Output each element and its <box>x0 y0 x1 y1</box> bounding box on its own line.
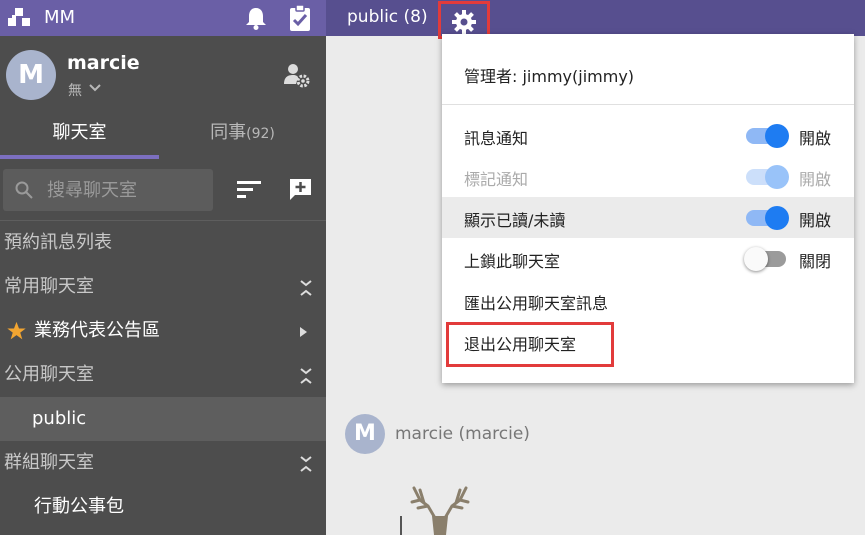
sidebar-item-group-room[interactable]: 行動公事包 <box>0 485 326 529</box>
search-icon <box>15 181 33 199</box>
sort-icon[interactable] <box>237 181 261 199</box>
collapse-icon[interactable] <box>299 367 313 385</box>
tab-colleagues[interactable]: 同事(92) <box>159 118 326 158</box>
menu-admin-info: 管理者: jimmy(jimmy) <box>464 67 635 86</box>
chevron-down-icon[interactable] <box>88 83 102 93</box>
sidebar-item-favorite-room[interactable]: 業務代表公告區 <box>0 309 326 353</box>
menu-item-message-notify[interactable]: 訊息通知 開啟 <box>442 115 854 156</box>
message-author-name[interactable]: marcie (marcie) <box>395 424 530 444</box>
toggle-state-label: 開啟 <box>799 129 832 148</box>
sidebar-item-public[interactable]: public <box>0 397 326 441</box>
bell-icon[interactable] <box>245 6 267 30</box>
menu-item-label: 顯示已讀/未讀 <box>464 211 566 230</box>
sidebar-item-label: public <box>32 408 87 429</box>
sidebar-item-label: 行動公事包 <box>34 496 124 517</box>
toggle-state-label: 開啟 <box>799 211 832 230</box>
user-avatar[interactable]: M <box>6 50 56 100</box>
sidebar-item-label: 預約訊息列表 <box>4 232 112 253</box>
show-read-toggle[interactable] <box>744 205 790 230</box>
menu-item-label: 匯出公用聊天室訊息 <box>464 294 609 313</box>
sidebar: MM M marcie 無 聊天室 同事(92) 搜尋聊天室 預約訊息列表 常用… <box>0 0 326 535</box>
app-logo-icon <box>8 8 30 26</box>
search-input[interactable] <box>47 177 207 203</box>
toggle-state-label: 開啟 <box>799 170 832 189</box>
arrow-right-icon <box>300 327 307 337</box>
user-name: marcie <box>67 52 140 74</box>
channel-title[interactable]: public (8) <box>347 7 428 27</box>
user-settings-icon[interactable] <box>284 62 310 88</box>
app-name: MM <box>44 7 76 28</box>
section-header-label: 公用聊天室 <box>4 364 94 385</box>
tab-colleagues-label: 同事 <box>210 122 247 143</box>
active-tab-indicator <box>0 155 159 159</box>
star-icon <box>7 321 26 340</box>
section-header-label: 常用聊天室 <box>4 276 94 297</box>
colleagues-count: (92) <box>246 126 275 142</box>
menu-item-mark-notify: 標記通知 開啟 <box>442 156 854 197</box>
message-notify-toggle[interactable] <box>744 123 790 148</box>
menu-divider <box>442 104 854 105</box>
collapse-icon[interactable] <box>299 279 313 297</box>
message-author-avatar[interactable]: M <box>345 414 385 454</box>
sidebar-topbar: MM <box>0 0 326 36</box>
section-header-label: 群組聊天室 <box>4 452 94 473</box>
mark-notify-toggle <box>744 164 790 189</box>
menu-item-lock-room[interactable]: 上鎖此聊天室 關閉 <box>442 238 854 279</box>
section-header-group[interactable]: 群組聊天室 <box>0 441 326 485</box>
toggle-state-label: 關閉 <box>799 252 832 271</box>
menu-item-label: 訊息通知 <box>464 129 529 148</box>
deer-logo-image <box>400 486 470 535</box>
new-chat-icon[interactable] <box>289 178 312 200</box>
menu-item-label: 上鎖此聊天室 <box>464 252 561 271</box>
menu-item-label: 標記通知 <box>464 170 529 189</box>
sidebar-item-label: 業務代表公告區 <box>34 320 160 341</box>
leave-room-highlight-box <box>446 322 614 367</box>
lock-room-toggle[interactable] <box>744 246 790 271</box>
user-status[interactable]: 無 <box>68 80 82 100</box>
sidebar-item-scheduled[interactable]: 預約訊息列表 <box>0 221 326 265</box>
section-header-favorites[interactable]: 常用聊天室 <box>0 265 326 309</box>
section-header-public[interactable]: 公用聊天室 <box>0 353 326 397</box>
tab-rooms[interactable]: 聊天室 <box>0 118 159 158</box>
channel-header: public (8) <box>326 0 865 39</box>
tab-rooms-label: 聊天室 <box>52 122 107 143</box>
collapse-icon[interactable] <box>299 455 313 473</box>
search-box[interactable] <box>3 169 213 211</box>
menu-item-show-read[interactable]: 顯示已讀/未讀 開啟 <box>442 197 854 238</box>
gear-icon <box>452 10 476 34</box>
menu-item-export-messages[interactable]: 匯出公用聊天室訊息 <box>442 280 854 321</box>
clipboard-check-icon[interactable] <box>289 5 311 31</box>
